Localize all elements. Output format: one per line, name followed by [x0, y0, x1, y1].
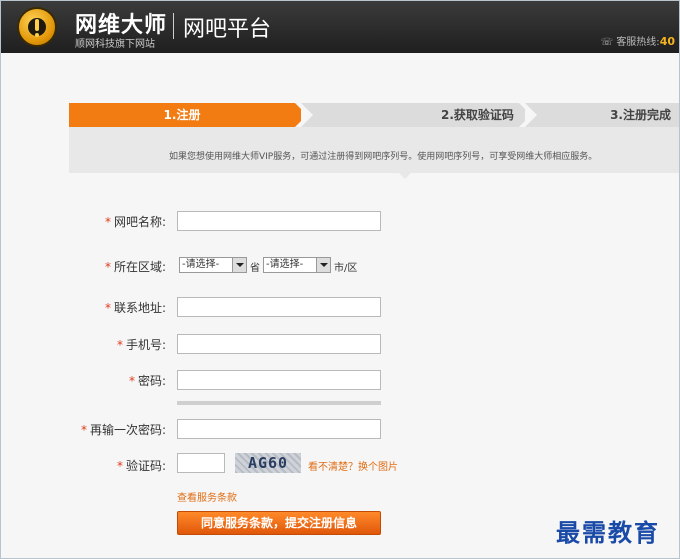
cafe-name-label: * 网吧名称: [105, 215, 167, 229]
captcha-label: * 验证码: [117, 459, 167, 473]
password-input[interactable] [177, 370, 381, 390]
refresh-captcha-link[interactable]: 看不清楚？换个图片 [308, 458, 398, 473]
hotline-number: 40 [659, 35, 675, 48]
hotline-label: 客服热线: [616, 37, 660, 48]
phone-label: * 手机号: [117, 338, 167, 352]
phone-icon: ☏ [600, 37, 617, 48]
terms-link[interactable]: 查看服务条款 [177, 489, 237, 504]
step-register: 1.注册 [69, 103, 307, 127]
progress-steps: 1.注册 2.获取验证码 3.注册完成 [69, 103, 679, 127]
info-text: 如果您想使用网维大师VIP服务，可通过注册得到网吧序列号。使用网吧序列号，可享受… [169, 152, 598, 162]
submit-button[interactable]: 同意服务条款，提交注册信息 [177, 511, 381, 535]
phone-input[interactable] [177, 334, 381, 354]
captcha-image[interactable]: AG60 [235, 453, 301, 473]
site-header: 网维大师 顺网科技旗下网站 网吧平台 ☏ 客服热线:40 [1, 1, 679, 53]
password-strength-bar [177, 401, 381, 405]
step-get-code: 2.获取验证码 [301, 103, 531, 127]
password-label: * 密码: [129, 374, 167, 388]
registration-window: 网维大师 顺网科技旗下网站 网吧平台 ☏ 客服热线:40 1.注册 2.获取验证… [0, 0, 680, 559]
province-suffix: 省 [250, 263, 260, 274]
step-complete: 3.注册完成 [525, 103, 679, 127]
header-divider [173, 13, 174, 39]
platform-title: 网吧平台 [183, 17, 272, 42]
exclamation-logo-icon [17, 7, 57, 47]
region-label: * 所在区域: [105, 260, 167, 274]
city-suffix: 市/区 [334, 263, 358, 274]
confirm-password-label: * 再输一次密码: [81, 423, 167, 437]
info-notch [399, 173, 411, 179]
address-label: * 联系地址: [105, 301, 167, 315]
info-band: 如果您想使用网维大师VIP服务，可通过注册得到网吧序列号。使用网吧序列号，可享受… [69, 127, 679, 173]
address-input[interactable] [177, 297, 381, 317]
brand-subtitle: 顺网科技旗下网站 [75, 39, 155, 50]
province-select[interactable]: -请选择- [179, 257, 247, 273]
confirm-password-input[interactable] [177, 419, 381, 439]
hotline: ☏ 客服热线:40 [601, 33, 675, 48]
chevron-down-icon[interactable] [232, 258, 246, 272]
cafe-name-input[interactable] [177, 211, 381, 231]
captcha-input[interactable] [177, 453, 225, 473]
chevron-down-icon[interactable] [316, 258, 330, 272]
city-select[interactable]: -请选择- [263, 257, 331, 273]
watermark: 最需教育 [556, 518, 660, 547]
